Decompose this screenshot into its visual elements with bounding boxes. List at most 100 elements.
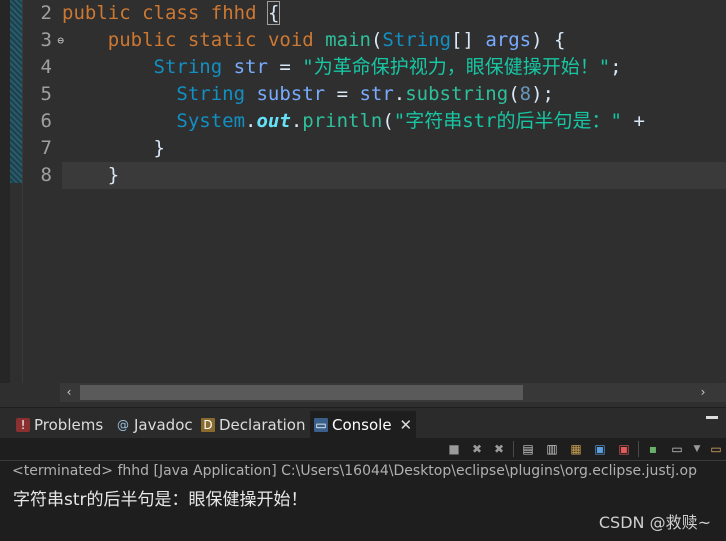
minimize-icon[interactable] [706,416,718,419]
code-token: public [62,2,131,24]
tab-label: Console [332,416,392,434]
watermark: CSDN @救赎~ [598,513,711,532]
terminate-icon[interactable]: ■ [446,441,462,457]
line-number: 5 [40,83,52,105]
remove-all-terminated-icon[interactable]: ✖ [491,441,507,457]
line-number: 2 [40,2,52,24]
chevron-down-icon[interactable]: ▼ [689,441,705,457]
show-on-stdout-icon[interactable]: ▣ [592,441,608,457]
code-token: public [107,29,177,51]
code-token: 8 [519,83,532,105]
line-number: 3 ⊖ [22,27,64,54]
pin-console-icon[interactable]: ▪ [645,441,661,457]
code-line[interactable]: public static void main(String[] args) { [62,27,726,54]
close-icon[interactable]: ✕ [400,411,413,439]
tab-label: Javadoc [134,416,193,434]
code-token: = [267,56,303,78]
code-token: ; [610,56,622,78]
tab-declaration[interactable]: D Declaration [197,411,309,439]
code-token: . [393,83,406,105]
code-line[interactable]: public class fhhd { [62,0,726,27]
code-text-area[interactable]: public class fhhd { public static void m… [62,0,726,189]
code-token: . [290,110,303,132]
scrollbar-thumb[interactable] [80,385,523,400]
console-description: <terminated> fhhd [Java Application] C:\… [0,460,726,480]
code-token: String [153,56,223,78]
console-toolbar: ■ ✖ ✖ ▤ ▥ ▦ ▣ ▣ ▪ ▭ ▼ ▭ [0,438,726,460]
scroll-left-icon[interactable]: ‹ [62,383,76,402]
code-token: [] [451,29,486,51]
tab-problems[interactable]: ! Problems [12,411,107,439]
code-token: main [325,29,371,51]
code-token: { [266,1,281,25]
tab-console[interactable]: ▭ Console ✕ [310,411,417,439]
code-line[interactable]: } [62,162,726,189]
code-token: out [256,110,291,132]
console-icon: ▭ [314,418,328,432]
line-number-gutter: 2 3 ⊖ 4 5 6 7 8 [22,0,64,189]
tab-label: Declaration [219,416,306,434]
code-token: str [359,83,394,105]
line-number: 7 [40,137,52,159]
code-token: ( [382,110,394,132]
open-console-icon[interactable]: ▭ [708,441,724,457]
code-token: } [62,164,120,186]
code-token: "为革命保护视力，眼保健操开始！" [302,56,611,78]
code-line[interactable]: System.out.println("字符串str的后半句是：" + [62,108,726,135]
code-line[interactable]: } [62,135,726,162]
code-token: ); [531,83,554,105]
tab-javadoc[interactable]: @ Javadoc [112,411,197,439]
code-token: static [187,29,257,51]
code-token: ( [508,83,520,105]
code-token: args [485,29,532,51]
code-line[interactable]: String str = "为革命保护视力，眼保健操开始！"; [62,54,726,81]
toolbar-separator [638,441,639,457]
editor-left-ruler [0,0,10,383]
editor-horizontal-scrollbar[interactable]: ‹ › [60,383,726,402]
code-token: + [622,110,645,132]
tab-label: Problems [34,416,104,434]
code-token: fhhd [210,2,257,24]
code-editor[interactable]: 2 3 ⊖ 4 5 6 7 8 public class fhhd { publi… [0,0,726,383]
problems-icon: ! [16,418,30,432]
code-token: } [62,137,165,159]
code-token: substr [256,83,326,105]
code-token: ) { [531,29,566,51]
display-console-icon[interactable]: ▭ [669,441,685,457]
code-token: substring [405,83,509,105]
clear-console-icon[interactable]: ▤ [520,441,536,457]
code-token: println [302,110,383,132]
declaration-icon: D [201,418,215,432]
bottom-panel-tabs: ! Problems @ Javadoc D Declaration ▭ Con… [0,407,726,439]
code-token: void [267,29,314,51]
code-token: System [176,110,246,132]
code-token: class [142,2,200,24]
scroll-lock-icon[interactable]: ▥ [544,441,560,457]
code-token: . [245,110,257,132]
scroll-right-icon[interactable]: › [696,383,710,402]
code-token: String [176,83,246,105]
code-token: ( [370,29,383,51]
line-number: 4 [40,56,52,78]
code-token: str [233,56,268,78]
remove-launch-icon[interactable]: ✖ [469,441,485,457]
word-wrap-icon[interactable]: ▦ [568,441,584,457]
code-line[interactable]: String substr = str.substring(8); [62,81,726,108]
line-number: 6 [40,110,52,132]
toolbar-separator [513,441,514,457]
line-number: 8 [40,164,52,186]
code-token: String [382,29,452,51]
show-on-stderr-icon[interactable]: ▣ [616,441,632,457]
code-token: = [325,83,360,105]
